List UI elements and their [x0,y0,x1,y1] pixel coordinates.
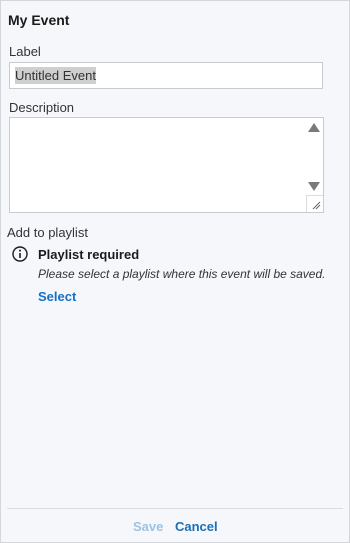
select-playlist-link[interactable]: Select [38,289,76,304]
playlist-heading: Add to playlist [7,225,88,240]
scroll-down-arrow-icon[interactable] [308,182,320,191]
description-scrollbar[interactable] [306,118,323,196]
save-button[interactable]: Save [133,519,163,534]
footer-divider [7,508,343,509]
cancel-button[interactable]: Cancel [175,519,218,534]
info-circle-icon [12,246,28,262]
label-input-value: Untitled Event [15,67,96,84]
resize-grip-icon[interactable] [306,195,323,212]
description-field-label: Description [9,100,75,115]
label-field-label: Label [9,44,41,59]
notice-title: Playlist required [38,247,140,262]
label-input[interactable]: Untitled Event [9,62,323,89]
event-panel: My Event Label Untitled Event Descriptio… [0,0,350,543]
scroll-up-arrow-icon[interactable] [308,123,320,132]
panel-title: My Event [8,12,70,28]
notice-message: Please select a playlist where this even… [38,267,326,281]
description-textarea[interactable] [9,117,324,213]
